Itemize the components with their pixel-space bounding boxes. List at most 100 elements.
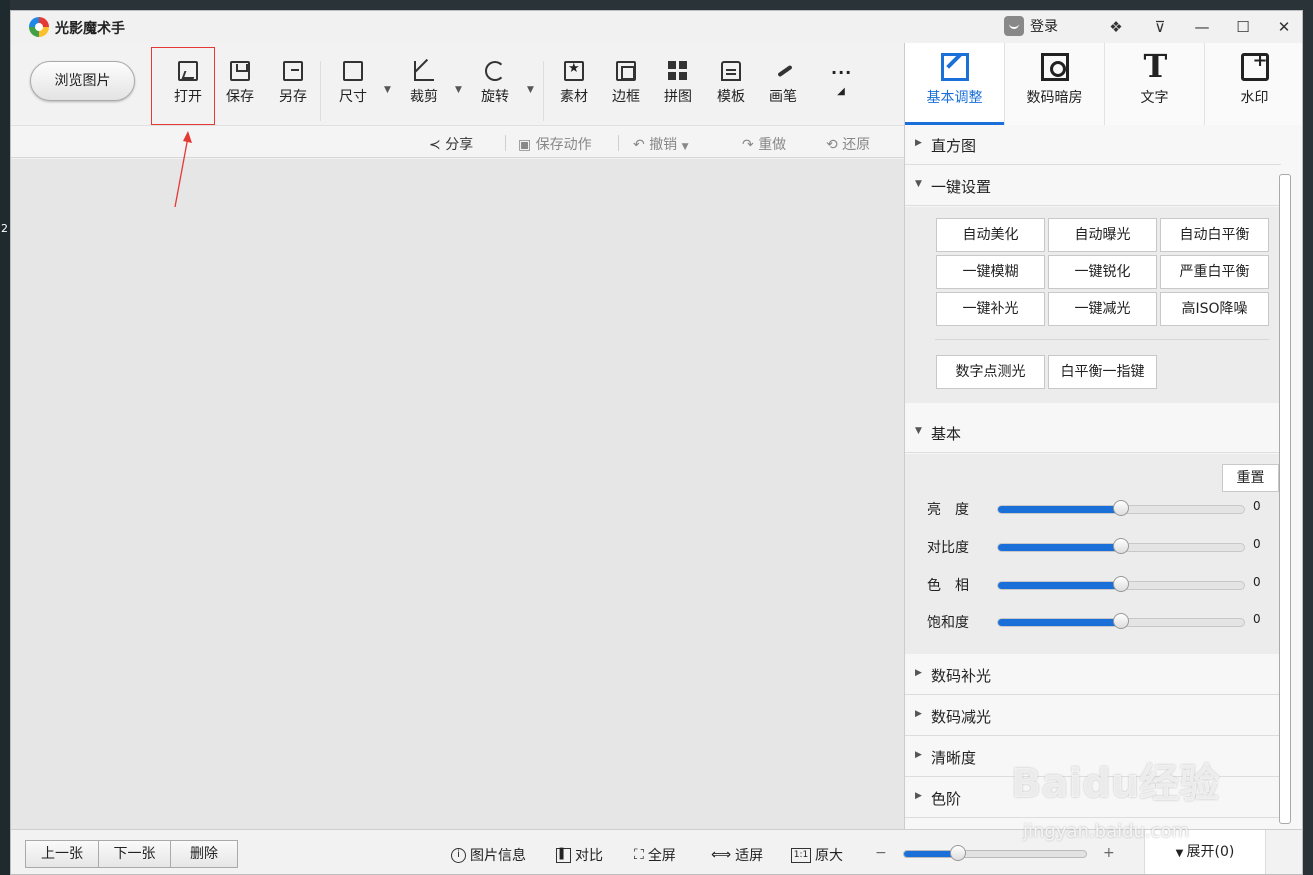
- zoom-in-button[interactable]: +: [1103, 845, 1115, 861]
- slider-value: 0: [1253, 537, 1261, 551]
- reduce-light-button[interactable]: 一键减光: [1048, 292, 1157, 326]
- watermark-url: jingyan.baidu.com: [1023, 821, 1190, 842]
- undo-dropdown-icon: ▼: [681, 142, 689, 152]
- adjust-slider[interactable]: 亮 度 0: [927, 496, 1267, 520]
- reset-button[interactable]: 重置: [1222, 464, 1279, 492]
- more-tools-button[interactable]: ... ◢: [826, 59, 856, 98]
- expand-arrow-icon: ▶: [915, 709, 922, 719]
- zoom-out-button[interactable]: −: [875, 845, 887, 861]
- slider-value: 0: [1253, 612, 1261, 626]
- oneclick-body: 自动美化 自动曝光 自动白平衡 一键模糊 一键锐化 严重白平衡 一键补光 一键减…: [905, 207, 1281, 403]
- tab-watermark[interactable]: 水印: [1205, 43, 1302, 125]
- compare-button[interactable]: ▌ 对比: [556, 845, 603, 865]
- fullscreen-button[interactable]: ⛶ 全屏: [634, 845, 676, 865]
- rotate-button[interactable]: 旋转: [478, 61, 512, 106]
- save-button[interactable]: 保存: [223, 61, 257, 106]
- delete-button[interactable]: 删除: [170, 840, 238, 868]
- resize-button[interactable]: 尺寸: [336, 61, 370, 106]
- crop-button[interactable]: 裁剪: [407, 61, 441, 106]
- share-button[interactable]: ≺ 分享: [429, 134, 473, 154]
- high-iso-denoise-button[interactable]: 高ISO降噪: [1160, 292, 1269, 326]
- annotation-highlight-box: [151, 47, 215, 125]
- basic-body: 重置 亮 度 0 对比度 0 色 相 0 饱和度 0: [905, 454, 1281, 654]
- white-balance-pick-button[interactable]: 白平衡一指键: [1048, 355, 1157, 389]
- undo-button[interactable]: ↶ 撤销 ▼: [633, 134, 689, 154]
- redo-button[interactable]: ↷ 重做: [742, 134, 786, 154]
- brush-button[interactable]: 画笔: [766, 61, 800, 106]
- restore-button[interactable]: ⟲ 还原: [826, 134, 870, 154]
- right-panel-tabs: 基本调整 数码暗房 文字 水印: [904, 43, 1302, 125]
- image-canvas[interactable]: [11, 159, 904, 829]
- app-logo-icon: [29, 17, 49, 37]
- more-dropdown-icon: ◢: [837, 86, 845, 97]
- menu-icon[interactable]: ⊽: [1145, 16, 1175, 38]
- section-histogram[interactable]: ▶ 直方图: [905, 125, 1281, 165]
- border-button[interactable]: 边框: [609, 61, 643, 106]
- save-icon: [230, 61, 250, 81]
- zoom-slider-track[interactable]: [903, 850, 1087, 858]
- login-button[interactable]: 登录: [1004, 16, 1058, 36]
- prev-image-button[interactable]: 上一张: [25, 840, 99, 868]
- rotate-dropdown-icon[interactable]: ▼: [527, 85, 534, 95]
- toolbar-divider: [543, 61, 544, 121]
- fit-screen-button[interactable]: ⟺ 适屏: [711, 845, 763, 865]
- more-icon: ...: [831, 59, 853, 78]
- adjust-slider[interactable]: 色 相 0: [927, 572, 1267, 596]
- title-bar: 光影魔术手 登录 ❖ ⊽ — ☐ ✕: [11, 11, 1302, 43]
- auto-exposure-button[interactable]: 自动曝光: [1048, 218, 1157, 252]
- action-bar: ≺ 分享 ▣ 保存动作 ↶ 撤销 ▼ ↷ 重做 ⟲ 还原: [11, 125, 904, 158]
- save-action-icon: ▣: [518, 137, 536, 153]
- template-icon: [721, 61, 741, 81]
- rotate-icon: [485, 61, 505, 81]
- one-click-sharpen-button[interactable]: 一键锐化: [1048, 255, 1157, 289]
- section-fill-light[interactable]: ▶ 数码补光: [905, 655, 1281, 695]
- login-label: 登录: [1030, 19, 1058, 35]
- browse-images-button[interactable]: 浏览图片: [30, 61, 135, 101]
- section-basic[interactable]: ▼ 基本: [905, 413, 1281, 453]
- compare-icon: ▌: [556, 847, 571, 863]
- slider-handle[interactable]: [1113, 500, 1129, 516]
- section-oneclick[interactable]: ▼ 一键设置: [905, 166, 1281, 206]
- slider-handle[interactable]: [1113, 576, 1129, 592]
- minimize-button[interactable]: —: [1187, 16, 1217, 38]
- resize-dropdown-icon[interactable]: ▼: [384, 85, 391, 95]
- panel-scrollbar[interactable]: [1279, 174, 1291, 824]
- adjust-slider[interactable]: 对比度 0: [927, 534, 1267, 558]
- close-button[interactable]: ✕: [1269, 16, 1299, 38]
- watermark-brand: Baidu经验: [1011, 761, 1220, 807]
- fit-screen-icon: ⟺: [711, 847, 732, 863]
- slider-fill: [998, 619, 1121, 626]
- save-action-button[interactable]: ▣ 保存动作: [518, 134, 592, 154]
- template-button[interactable]: 模板: [714, 61, 748, 106]
- auto-beautify-button[interactable]: 自动美化: [936, 218, 1045, 252]
- material-button[interactable]: 素材: [557, 61, 591, 106]
- zoom-slider-handle[interactable]: [950, 845, 967, 861]
- slider-handle[interactable]: [1113, 613, 1129, 629]
- original-size-button[interactable]: 1:1 原大: [791, 845, 843, 865]
- expand-arrow-icon: ▶: [915, 668, 922, 678]
- slider-label: 亮 度: [927, 502, 969, 518]
- tab-text[interactable]: 文字: [1105, 43, 1205, 125]
- redo-icon: ↷: [742, 137, 759, 153]
- tab-digital-darkroom[interactable]: 数码暗房: [1005, 43, 1105, 125]
- one-click-blur-button[interactable]: 一键模糊: [936, 255, 1045, 289]
- save-as-button[interactable]: 另存: [276, 61, 310, 106]
- collage-button[interactable]: 拼图: [661, 61, 695, 106]
- next-image-button[interactable]: 下一张: [98, 840, 171, 868]
- fill-light-button[interactable]: 一键补光: [936, 292, 1045, 326]
- auto-white-balance-button[interactable]: 自动白平衡: [1160, 218, 1269, 252]
- grid-icon: [668, 61, 688, 81]
- tab-basic-adjust[interactable]: 基本调整: [905, 43, 1005, 125]
- crop-dropdown-icon[interactable]: ▼: [455, 85, 462, 95]
- section-reduce-light[interactable]: ▶ 数码减光: [905, 696, 1281, 736]
- skin-icon[interactable]: ❖: [1101, 16, 1131, 38]
- adjust-panel: ▶ 直方图 ▼ 一键设置 自动美化 自动曝光 自动白平衡 一键模糊 一键锐化 严重白…: [904, 125, 1302, 829]
- slider-value: 0: [1253, 575, 1261, 589]
- severe-white-balance-button[interactable]: 严重白平衡: [1160, 255, 1269, 289]
- maximize-button[interactable]: ☐: [1228, 16, 1258, 38]
- annotation-number: 2: [1, 222, 8, 235]
- slider-handle[interactable]: [1113, 538, 1129, 554]
- adjust-slider[interactable]: 饱和度 0: [927, 609, 1267, 633]
- image-info-button[interactable]: i 图片信息: [451, 845, 526, 865]
- spot-metering-button[interactable]: 数字点测光: [936, 355, 1045, 389]
